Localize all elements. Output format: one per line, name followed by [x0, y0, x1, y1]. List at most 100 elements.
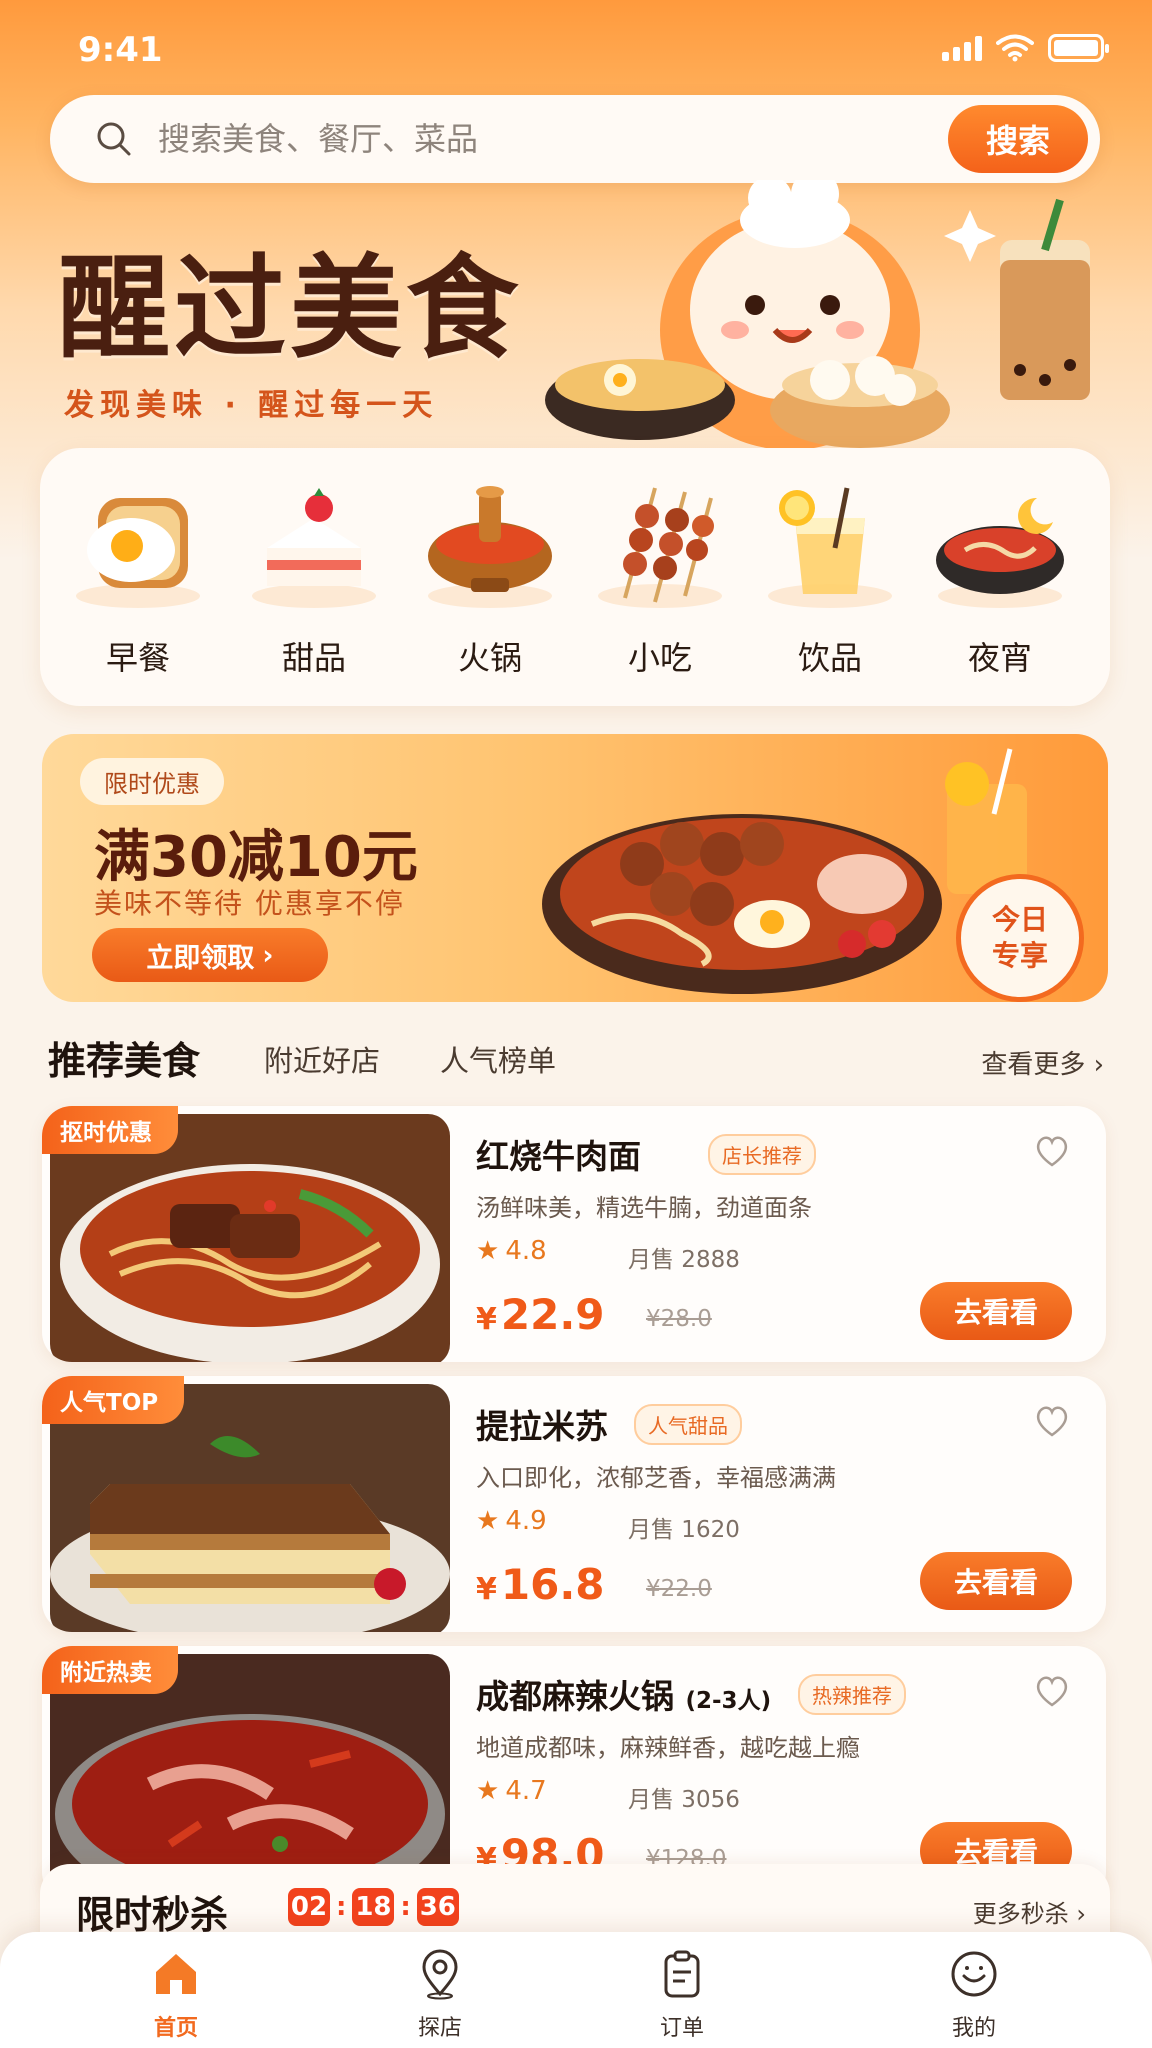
rating-value: 4.8	[505, 1236, 547, 1266]
view-button[interactable]: 去看看	[920, 1552, 1072, 1610]
location-pin-icon	[422, 1949, 458, 2000]
price-value: 16.8	[500, 1560, 605, 1609]
countdown-separator: :	[336, 1892, 347, 1922]
search-input[interactable]	[158, 115, 958, 163]
food-name-text: 成都麻辣火锅	[476, 1677, 674, 1716]
category-drinks[interactable]: 饮品	[750, 478, 910, 679]
food-name: 成都麻辣火锅 (2-3人)	[476, 1670, 771, 1718]
clipboard-icon	[664, 1950, 700, 1998]
nav-label: 探店	[417, 2016, 462, 2041]
nav-orders[interactable]: 订单	[622, 1948, 742, 2042]
promo-tag: 限时优惠	[80, 758, 224, 805]
food-rating: ★ 4.9	[476, 1506, 547, 1536]
smiley-icon	[951, 1951, 997, 1997]
category-label: 夜宵	[967, 639, 1032, 677]
status-bar: 9:41	[0, 0, 1152, 100]
heart-icon[interactable]	[1034, 1674, 1070, 1708]
food-ribbon: 抠时优惠	[42, 1106, 178, 1154]
food-card[interactable]: 抠时优惠 红烧牛肉面 店长推荐 汤鲜味美，精选牛腩，劲道面条 ★ 4.8 月售 …	[42, 1106, 1106, 1362]
category-dessert[interactable]: 甜品	[234, 478, 394, 679]
search-button[interactable]: 搜索	[948, 105, 1088, 173]
battery-icon	[1048, 34, 1109, 62]
star-icon: ★	[476, 1506, 500, 1536]
nav-label: 订单	[659, 2016, 704, 2041]
chevron-right-icon: ›	[1093, 1050, 1104, 1080]
food-ribbon: 附近热卖	[42, 1646, 178, 1694]
food-name: 提拉米苏	[476, 1400, 608, 1448]
night-noodle-icon	[936, 497, 1064, 608]
star-icon: ★	[476, 1236, 500, 1266]
countdown-timer: 02 : 18 : 36	[288, 1888, 459, 1926]
heart-icon[interactable]	[1034, 1134, 1070, 1168]
chevron-right-icon: ›	[262, 939, 274, 971]
tab-popular-rank[interactable]: 人气榜单	[440, 1038, 556, 1080]
today-exclusive-badge: 今日 专享	[956, 874, 1084, 1002]
nav-label: 首页	[153, 2016, 198, 2041]
category-breakfast[interactable]: 早餐	[58, 478, 218, 679]
price-value: 22.9	[500, 1290, 605, 1339]
monthly-sales: 月售 2888	[628, 1247, 740, 1273]
countdown-minutes: 18	[352, 1888, 395, 1926]
category-label: 小吃	[627, 639, 692, 677]
currency-symbol: ¥	[476, 1572, 497, 1607]
nav-label: 我的	[951, 2016, 996, 2041]
category-late-night[interactable]: 夜宵	[920, 478, 1080, 679]
wifi-icon	[996, 34, 1034, 62]
food-card[interactable]: 人气TOP 提拉米苏 人气甜品 入口即化，浓郁芝香，幸福感满满 ★ 4.9 月售…	[42, 1376, 1106, 1632]
food-rating: ★ 4.8	[476, 1236, 547, 1266]
rating-value: 4.9	[505, 1506, 547, 1536]
search-icon	[97, 122, 131, 156]
currency-symbol: ¥	[476, 1302, 497, 1337]
see-more-label: 查看更多	[981, 1050, 1086, 1080]
category-card: 早餐 甜品 火锅 小吃 饮品 夜宵	[40, 448, 1110, 706]
tab-recommended[interactable]: 推荐美食	[48, 1030, 200, 1085]
status-icons	[942, 34, 1109, 62]
claim-button[interactable]: 立即领取 ›	[92, 928, 328, 982]
food-rating: ★ 4.7	[476, 1776, 547, 1806]
promo-banner[interactable]: 限时优惠 满30减10元 美味不等待 优惠享不停 立即领取 › 今日 专享	[42, 734, 1108, 1002]
countdown-seconds: 36	[416, 1888, 459, 1926]
food-description: 入口即化，浓郁芝香，幸福感满满	[476, 1464, 836, 1492]
section-tabs: 推荐美食 附近好店 人气榜单 查看更多 ›	[48, 1030, 1104, 1090]
category-snack[interactable]: 小吃	[580, 478, 740, 679]
food-name: 红烧牛肉面	[476, 1130, 641, 1178]
status-time: 9:41	[78, 30, 163, 70]
food-price: ¥22.9	[476, 1290, 605, 1339]
monthly-sales: 月售 3056	[628, 1787, 740, 1813]
view-button[interactable]: 去看看	[920, 1282, 1072, 1340]
food-name-text: 提拉米苏	[476, 1407, 608, 1446]
cake-icon	[252, 488, 376, 608]
signal-icon	[942, 35, 982, 61]
home-icon	[156, 1954, 196, 1994]
hero-subtitle: 发现美味 · 醒过每一天	[64, 388, 439, 423]
original-price: ¥22.0	[646, 1576, 712, 1602]
search-bar: 搜索	[50, 95, 1100, 183]
see-more-link[interactable]: 查看更多 ›	[981, 1044, 1104, 1081]
nav-profile[interactable]: 我的	[914, 1948, 1034, 2042]
hero-title: 醒过美食	[58, 243, 522, 374]
rating-value: 4.7	[505, 1776, 547, 1806]
monthly-sales: 月售 1620	[628, 1517, 740, 1543]
nav-explore[interactable]: 探店	[380, 1948, 500, 2042]
food-portion: (2-3人)	[685, 1688, 772, 1714]
skewer-icon	[598, 487, 722, 608]
promo-subtitle: 美味不等待 优惠享不停	[94, 887, 405, 920]
nav-home[interactable]: 首页	[116, 1948, 236, 2042]
flash-sale-title: 限时秒杀	[76, 1893, 229, 1937]
category-label: 早餐	[105, 639, 170, 677]
tab-nearby-shops[interactable]: 附近好店	[264, 1038, 380, 1080]
food-description: 汤鲜味美，精选牛腩，劲道面条	[476, 1194, 812, 1222]
original-price: ¥28.0	[646, 1306, 712, 1332]
more-flash-sale-link[interactable]: 更多秒杀 ›	[973, 1894, 1086, 1929]
mascot-illustration	[545, 180, 1090, 450]
badge-line-2: 专享	[991, 939, 1048, 972]
heart-icon[interactable]	[1034, 1404, 1070, 1438]
food-description: 地道成都味，麻辣鲜香，越吃越上瘾	[476, 1734, 860, 1762]
food-name-text: 红烧牛肉面	[476, 1137, 641, 1176]
countdown-separator: :	[400, 1892, 411, 1922]
food-price: ¥16.8	[476, 1560, 605, 1609]
claim-button-label: 立即领取	[146, 942, 255, 974]
promo-headline: 满30减10元	[94, 825, 418, 890]
category-hotpot[interactable]: 火锅	[410, 478, 570, 679]
food-badge: 店长推荐	[708, 1134, 816, 1175]
